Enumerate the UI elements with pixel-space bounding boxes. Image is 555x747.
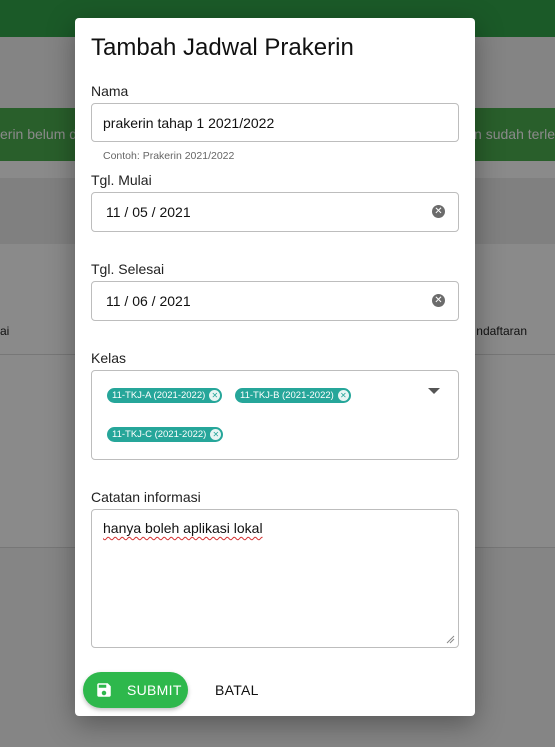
class-chip: 11-TKJ-C (2021-2022) ✕	[107, 427, 224, 442]
catatan-value: hanya boleh aplikasi lokal	[103, 520, 263, 536]
nama-label: Nama	[91, 83, 129, 99]
date-separator: /	[147, 293, 160, 309]
cancel-button[interactable]: BATAL	[207, 672, 265, 708]
tgl-selesai-label: Tgl. Selesai	[91, 261, 165, 277]
catatan-label: Catatan informasi	[91, 489, 201, 505]
class-chip-label: 11-TKJ-C (2021-2022)	[112, 429, 207, 440]
kelas-label: Kelas	[91, 350, 127, 366]
class-chip-label: 11-TKJ-A (2021-2022)	[112, 390, 206, 401]
tgl-selesai-day[interactable]: 11	[106, 293, 121, 309]
nama-value: prakerin tahap 1 2021/2022	[103, 115, 275, 131]
class-chip: 11-TKJ-B (2021-2022) ✕	[235, 388, 351, 403]
nama-helper-text: Contoh: Prakerin 2021/2022	[103, 150, 235, 162]
tgl-selesai-year[interactable]: 2021	[159, 293, 190, 309]
nama-input[interactable]: prakerin tahap 1 2021/2022	[91, 103, 459, 142]
date-separator: /	[120, 204, 133, 220]
class-chip: 11-TKJ-A (2021-2022) ✕	[107, 388, 223, 403]
cancel-button-label: BATAL	[215, 682, 259, 698]
submit-button-label: SUBMIT	[127, 682, 182, 698]
tgl-selesai-value: 11 / 06 / 2021	[106, 293, 191, 309]
tgl-mulai-year[interactable]: 2021	[159, 204, 190, 220]
chip-remove-icon[interactable]: ✕	[337, 390, 349, 401]
tgl-mulai-value: 11 / 05 / 2021	[106, 204, 191, 220]
date-separator: /	[147, 204, 160, 220]
tgl-selesai-input[interactable]: 11 / 06 / 2021 ✕	[91, 281, 459, 321]
caret-down-icon[interactable]	[428, 388, 440, 394]
floppy-disk-icon	[97, 683, 111, 697]
add-schedule-dialog: Tambah Jadwal Prakerin Nama prakerin tah…	[75, 18, 475, 716]
clear-circle-icon[interactable]: ✕	[432, 294, 445, 307]
chip-remove-icon[interactable]: ✕	[210, 429, 222, 440]
clear-circle-icon[interactable]: ✕	[432, 205, 445, 218]
dialog-title: Tambah Jadwal Prakerin	[91, 34, 354, 61]
catatan-textarea[interactable]: hanya boleh aplikasi lokal	[91, 509, 459, 648]
tgl-mulai-input[interactable]: 11 / 05 / 2021 ✕	[91, 192, 459, 232]
date-separator: /	[120, 293, 133, 309]
tgl-mulai-label: Tgl. Mulai	[91, 172, 152, 188]
chip-remove-icon[interactable]: ✕	[209, 390, 221, 401]
kelas-select[interactable]: 11-TKJ-A (2021-2022) ✕ 11-TKJ-B (2021-20…	[91, 370, 459, 460]
tgl-mulai-day[interactable]: 11	[106, 204, 121, 220]
class-chip-label: 11-TKJ-B (2021-2022)	[240, 390, 334, 401]
resize-handle-icon[interactable]	[445, 634, 455, 644]
submit-button[interactable]: SUBMIT	[83, 672, 188, 708]
tgl-mulai-month[interactable]: 05	[132, 204, 148, 220]
tgl-selesai-month[interactable]: 06	[132, 293, 148, 309]
